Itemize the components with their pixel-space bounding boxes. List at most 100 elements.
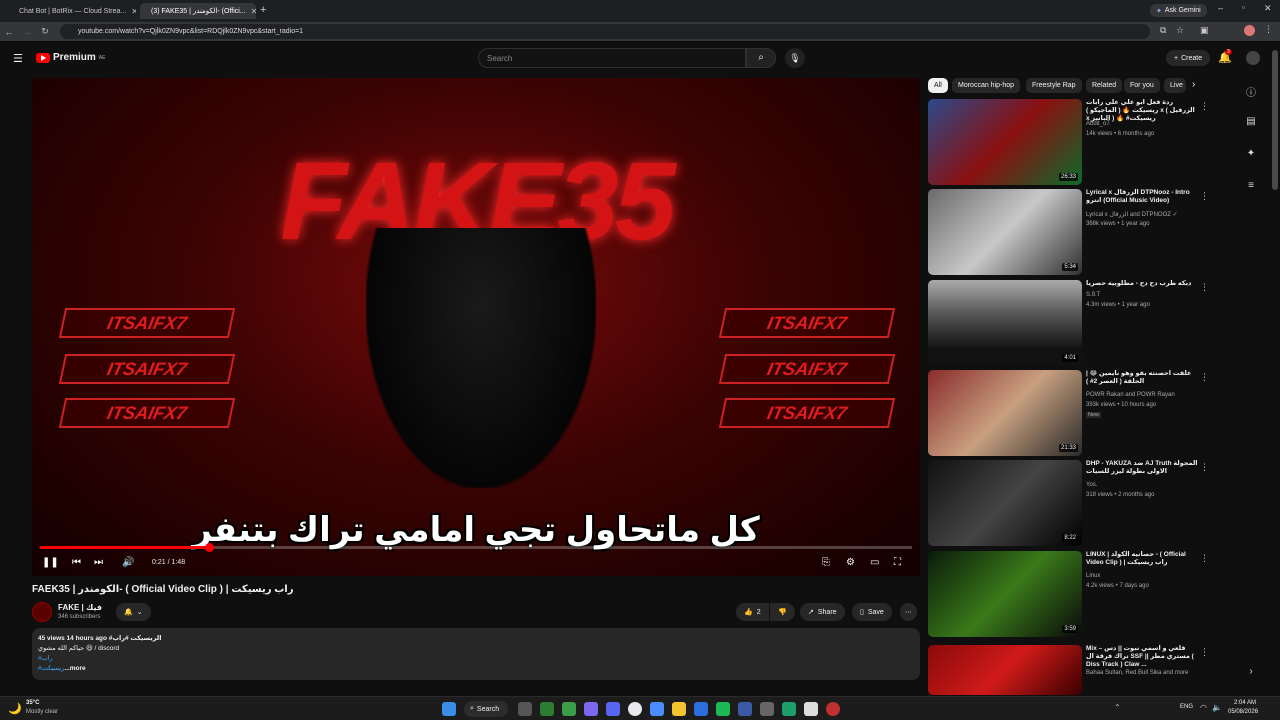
app-icon[interactable] [738,702,752,716]
hamburger-menu-icon[interactable]: ☰ [13,52,23,65]
recommendation-channel[interactable]: S.9.T [1086,292,1100,298]
url-field[interactable]: youtube.com/watch?v=Qjlk0ZN9vpc&list=RDQ… [60,24,1150,39]
more-options-icon[interactable]: ⋮ [1200,647,1209,658]
browser-menu-icon[interactable]: ⋮ [1264,24,1273,35]
channel-avatar[interactable] [32,602,52,622]
more-options-icon[interactable]: ⋮ [1200,282,1209,293]
wifi-icon[interactable]: ◠ [1200,703,1207,712]
subscribed-bell-button[interactable]: 🔔 ⌄ [116,603,151,621]
app-icon[interactable] [782,702,796,716]
new-tab-icon[interactable]: + [260,4,266,16]
recommendation-channel[interactable]: Bahaa Sultan, Red Bull Sika and more [1086,670,1188,676]
recommendation-title[interactable]: دبكه طرب دح دح - مطلوبيه حصرياً [1086,280,1198,288]
video-thumbnail[interactable]: 3:59 [928,551,1082,637]
chevron-right-icon[interactable]: › [1192,79,1195,90]
maximize-icon[interactable]: ▫ [1242,3,1245,12]
recommendation-channel[interactable]: Lyrical x الزرقال and DTPNOOZ ✓ [1086,211,1178,218]
forward-icon[interactable]: → [18,27,36,37]
app-icon[interactable] [694,702,708,716]
app-icon[interactable] [650,702,664,716]
pause-icon[interactable]: ❚❚ [42,557,59,568]
recommendation-title[interactable]: Mix – قلعي و اسمي نبوت || دس تراك فرقة ا… [1086,645,1198,669]
app-icon[interactable] [562,702,576,716]
recommendation-channel[interactable]: Abdit_o7 [1086,121,1110,127]
ask-gemini-button[interactable]: ✦ Ask Gemini [1150,4,1207,17]
recommendation-title[interactable]: DHP - YAKUZA ضد AJ Truth المجولة الاولى … [1086,460,1198,476]
chip-for-you[interactable]: For you [1124,78,1160,93]
recommendation-channel[interactable]: Yos. [1086,482,1097,488]
account-avatar[interactable] [1246,51,1260,65]
channel-name[interactable]: FAKE | فيك [58,603,102,612]
video-thumbnail[interactable]: 21:33 [928,370,1082,456]
back-icon[interactable]: ← [0,27,18,37]
video-thumbnail[interactable] [928,645,1082,695]
app-icon[interactable] [760,702,774,716]
hashtag-link[interactable]: #ريسيكت [38,665,64,672]
discord-icon[interactable] [606,702,620,716]
recommendation-title[interactable]: Lyrical x الزرقال DTPNooz - Intro انترو … [1086,189,1198,205]
reload-icon[interactable]: ↻ [36,26,54,37]
close-tab-icon[interactable]: ✕ [251,7,256,16]
app-icon[interactable] [716,702,730,716]
app-icon[interactable] [584,702,598,716]
video-thumbnail[interactable]: 4:01 [928,280,1082,366]
youtube-premium-logo[interactable]: Premium AE [36,52,105,63]
chip-live[interactable]: Live [1164,78,1186,93]
show-more-link[interactable]: ...more [64,665,85,672]
windows-start-icon[interactable] [442,702,456,716]
chip-moroccan-hip-hop[interactable]: Moroccan hip-hop [952,78,1021,93]
search-input[interactable]: Search [478,48,746,68]
app-icon[interactable] [540,702,554,716]
voice-search-button[interactable]: 🎙 [785,48,805,68]
recommendation-item[interactable]: 8:22 DHP - YAKUZA ضد AJ Truth المجولة ال… [928,460,1218,546]
recommendation-item[interactable]: 5:34 Lyrical x الزرقال DTPNooz - Intro ا… [928,189,1218,275]
hashtag-link[interactable]: #راب [38,654,914,664]
sparkle-icon[interactable]: ✦ [1244,148,1258,162]
tray-chevron-icon[interactable]: ⌃ [1114,703,1121,712]
recommendation-title[interactable]: ردة فعل ابو علي على رابات ريسيكت 🔥 ( الم… [1086,99,1198,123]
recommendation-item[interactable]: Mix – قلعي و اسمي نبوت || دس تراك فرقة ا… [928,645,1218,695]
share-button[interactable]: ↗ Share [800,603,845,621]
save-button[interactable]: ▯ Save [852,603,892,621]
more-actions-button[interactable]: ⋯ [900,603,917,621]
chip-all[interactable]: All [928,78,948,93]
recommendation-channel[interactable]: POWR Rakan and POWR Rayan [1086,392,1175,398]
recommendation-item[interactable]: 3:59 LINUX | حصانيه الكولد - ( Official … [928,551,1218,637]
progress-bar[interactable] [40,543,912,552]
clock-time[interactable]: 2:04 AM [1234,700,1256,706]
description-box[interactable]: 45 views 14 hours ago #الريسيكت #راب حيا… [32,628,920,680]
more-options-icon[interactable]: ⋮ [1200,553,1209,564]
recommendation-item[interactable]: 26:33 ردة فعل ابو علي على رابات ريسيكت 🔥… [928,99,1218,185]
app-icon[interactable] [826,702,840,716]
clock-date[interactable]: 05/08/2026 [1228,709,1258,715]
tab-botrix[interactable]: Chat Bot | BotRix — Cloud Strea... ✕ [8,3,136,19]
minimize-icon[interactable]: – [1218,3,1223,13]
chrome-icon[interactable] [628,702,642,716]
create-button[interactable]: + Create [1166,50,1211,66]
settings-gear-icon[interactable]: ⚙ [846,557,855,568]
previous-icon[interactable]: ⏮ [72,557,81,568]
dislike-button[interactable]: 👎 [770,603,795,621]
queue-icon[interactable]: ≡ [1244,180,1258,194]
close-tab-icon[interactable]: ✕ [131,7,136,16]
recommendation-item[interactable]: 4:01 دبكه طرب دح دح - مطلوبيه حصرياً S.9… [928,280,1218,366]
video-thumbnail[interactable]: 5:34 [928,189,1082,275]
more-options-icon[interactable]: ⋮ [1200,191,1209,202]
miniplayer-icon[interactable]: ▭ [870,557,879,568]
scrubber-handle[interactable] [205,543,215,552]
input-language[interactable]: ENG [1180,704,1193,710]
video-thumbnail[interactable]: 26:33 [928,99,1082,185]
extensions-icon[interactable]: ▣ [1200,25,1209,36]
video-thumbnail[interactable]: 8:22 [928,460,1082,546]
volume-icon[interactable]: 🔊 [122,557,134,568]
chevron-right-icon[interactable]: › [1244,666,1258,680]
fullscreen-icon[interactable]: ⛶ [894,557,901,568]
volume-icon[interactable]: 🔈 [1212,703,1222,712]
search-button[interactable]: ⌕ [746,48,776,68]
chat-icon[interactable]: ▤ [1244,116,1258,130]
next-icon[interactable]: ⏭ [94,557,103,568]
recommendation-channel[interactable]: Linux [1086,573,1100,579]
video-player[interactable]: FAKE35 ITSAIFX7 ITSAIFX7 ITSAIFX7 ITSAIF… [32,78,920,576]
bookmark-star-icon[interactable]: ☆ [1176,25,1184,36]
more-options-icon[interactable]: ⋮ [1200,372,1209,383]
